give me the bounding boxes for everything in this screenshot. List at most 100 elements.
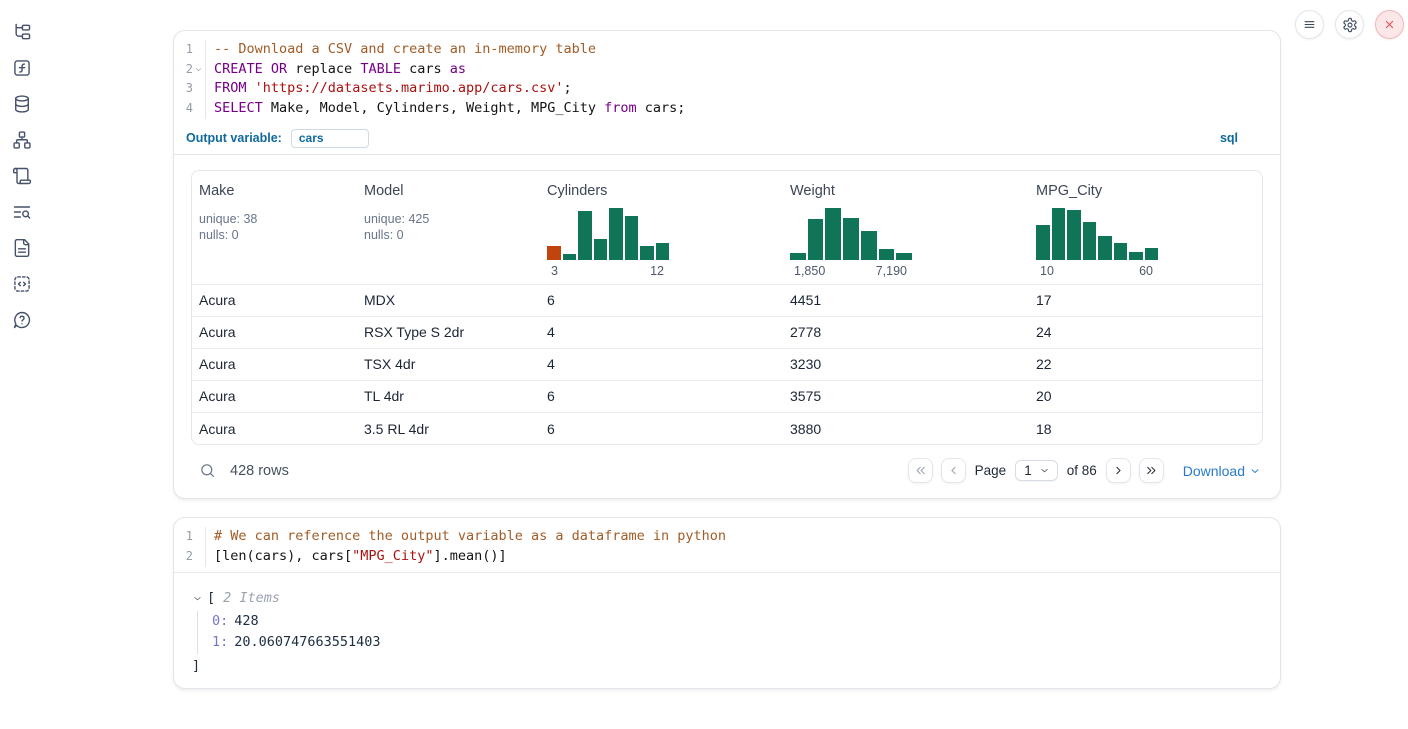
fold-icon[interactable] [194, 65, 203, 74]
column-header-make[interactable]: Make unique: 38nulls: 0 [192, 171, 357, 285]
table-cell: 17 [1029, 284, 1262, 316]
sidebar-item-snippets[interactable] [12, 274, 32, 294]
sidebar-item-help-chat[interactable] [12, 310, 32, 330]
histogram-bar [640, 246, 654, 260]
file-tree-icon [12, 22, 32, 42]
line-number: 1 [174, 40, 193, 60]
topbar-actions [1295, 10, 1404, 39]
histogram-bar [861, 231, 877, 260]
table-cell: Acura [192, 412, 357, 444]
chevron-right-icon [1111, 463, 1126, 478]
last-page-button[interactable] [1139, 458, 1164, 483]
close-icon [1382, 17, 1397, 32]
line-gutter: 3 [174, 79, 206, 99]
line-number: 1 [174, 527, 193, 547]
table-cell: 4 [540, 316, 783, 348]
page-select[interactable]: 1 [1015, 460, 1058, 481]
sidebar-item-documentation[interactable] [12, 238, 32, 258]
download-label: Download [1183, 463, 1245, 479]
column-name: MPG_City [1036, 183, 1254, 199]
download-button[interactable]: Download [1183, 463, 1261, 479]
tree-header: [ 2 Items [192, 588, 1262, 609]
histogram-bar [625, 216, 639, 260]
table-cell: 4 [540, 348, 783, 380]
table-cell: 6 [540, 412, 783, 444]
chevrons-left-icon [913, 463, 928, 478]
column-header-cylinders[interactable]: Cylinders 312 [540, 171, 783, 285]
table-cell: Acura [192, 380, 357, 412]
table-cell: 3.5 RL 4dr [357, 412, 540, 444]
line-gutter: 1 [174, 40, 206, 60]
histogram-bar [825, 208, 841, 260]
line-gutter: 2 [174, 547, 206, 567]
table-footer: 428 rows Page 1 of 86 [191, 445, 1263, 489]
notebook-menu-button[interactable] [1295, 10, 1324, 39]
prev-page-button[interactable] [941, 458, 966, 483]
notebook: 1 -- Download a CSV and create an in-mem… [173, 30, 1281, 707]
chevron-down-icon [1039, 465, 1050, 476]
item-index: 0: [212, 613, 228, 629]
code-line: 4 SELECT Make, Model, Cylinders, Weight,… [174, 99, 1280, 119]
code-line: 2 CREATE OR replace TABLE cars as [174, 60, 1280, 80]
output-variable-label: Output variable: [186, 131, 282, 145]
documentation-icon [12, 238, 32, 258]
code-text: # We can reference the output variable a… [206, 527, 726, 547]
code-text: SELECT Make, Model, Cylinders, Weight, M… [206, 99, 685, 119]
sidebar-item-dependency-graph[interactable] [12, 130, 32, 150]
histogram-bar [1036, 225, 1050, 260]
page-label: Page [975, 463, 1007, 478]
column-name: Make [199, 183, 349, 199]
histogram-bar [843, 218, 859, 260]
sidebar-item-database[interactable] [12, 94, 32, 114]
table-cell: 20 [1029, 380, 1262, 412]
pagination: Page 1 of 86 [908, 458, 1164, 483]
code-text: -- Download a CSV and create an in-memor… [206, 40, 596, 60]
chevrons-right-icon [1144, 463, 1159, 478]
table-cell: 6 [540, 380, 783, 412]
code-line: 3 FROM 'https://datasets.marimo.app/cars… [174, 79, 1280, 99]
python-code-editor[interactable]: 1 # We can reference the output variable… [174, 518, 1280, 572]
search-icon [199, 462, 216, 479]
scratchpad-scroll-icon [12, 166, 32, 186]
next-page-button[interactable] [1106, 458, 1131, 483]
code-line: 1 # We can reference the output variable… [174, 527, 1280, 547]
chevron-left-icon [946, 463, 961, 478]
column-header-model[interactable]: Model unique: 425nulls: 0 [357, 171, 540, 285]
search-button[interactable] [193, 462, 216, 479]
table-row: AcuraMDX6445117 [192, 284, 1262, 316]
first-page-button[interactable] [908, 458, 933, 483]
histogram-bar [547, 246, 561, 260]
row-count: 428 rows [230, 463, 289, 479]
list-item: 0: 428 [212, 611, 1262, 633]
table-row: AcuraRSX Type S 2dr4277824 [192, 316, 1262, 348]
item-index: 1: [212, 634, 228, 650]
table-cell: 18 [1029, 412, 1262, 444]
sidebar-item-scratchpad-scroll[interactable] [12, 166, 32, 186]
table-row: AcuraTL 4dr6357520 [192, 380, 1262, 412]
settings-button[interactable] [1335, 10, 1364, 39]
sidebar-item-logs-search[interactable] [12, 202, 32, 222]
output-variable-input[interactable] [291, 129, 369, 148]
line-number: 4 [174, 99, 193, 119]
histogram-bar [609, 208, 623, 260]
histogram-bar [594, 239, 608, 260]
sidebar-item-file-tree[interactable] [12, 22, 32, 42]
table-cell: 24 [1029, 316, 1262, 348]
sidebar-item-function-square[interactable] [12, 58, 32, 78]
histogram-bar [656, 243, 670, 260]
histogram-bar [1145, 248, 1159, 260]
histogram-bar [578, 211, 592, 260]
item-value: 428 [234, 613, 258, 629]
sql-cell: 1 -- Download a CSV and create an in-mem… [173, 30, 1281, 499]
histogram-range-labels: 1,8507,190 [790, 264, 912, 278]
table-cell: Acura [192, 348, 357, 380]
sql-code-editor[interactable]: 1 -- Download a CSV and create an in-mem… [174, 31, 1280, 124]
table-cell: 3230 [783, 348, 1029, 380]
shutdown-button[interactable] [1375, 10, 1404, 39]
collapse-caret-icon[interactable] [192, 593, 203, 604]
help-chat-icon [12, 310, 32, 330]
column-header-weight[interactable]: Weight 1,8507,190 [783, 171, 1029, 285]
column-header-mpg_city[interactable]: MPG_City 1060 [1029, 171, 1262, 285]
histogram: 1060 [1036, 208, 1158, 278]
code-line: 1 -- Download a CSV and create an in-mem… [174, 40, 1280, 60]
